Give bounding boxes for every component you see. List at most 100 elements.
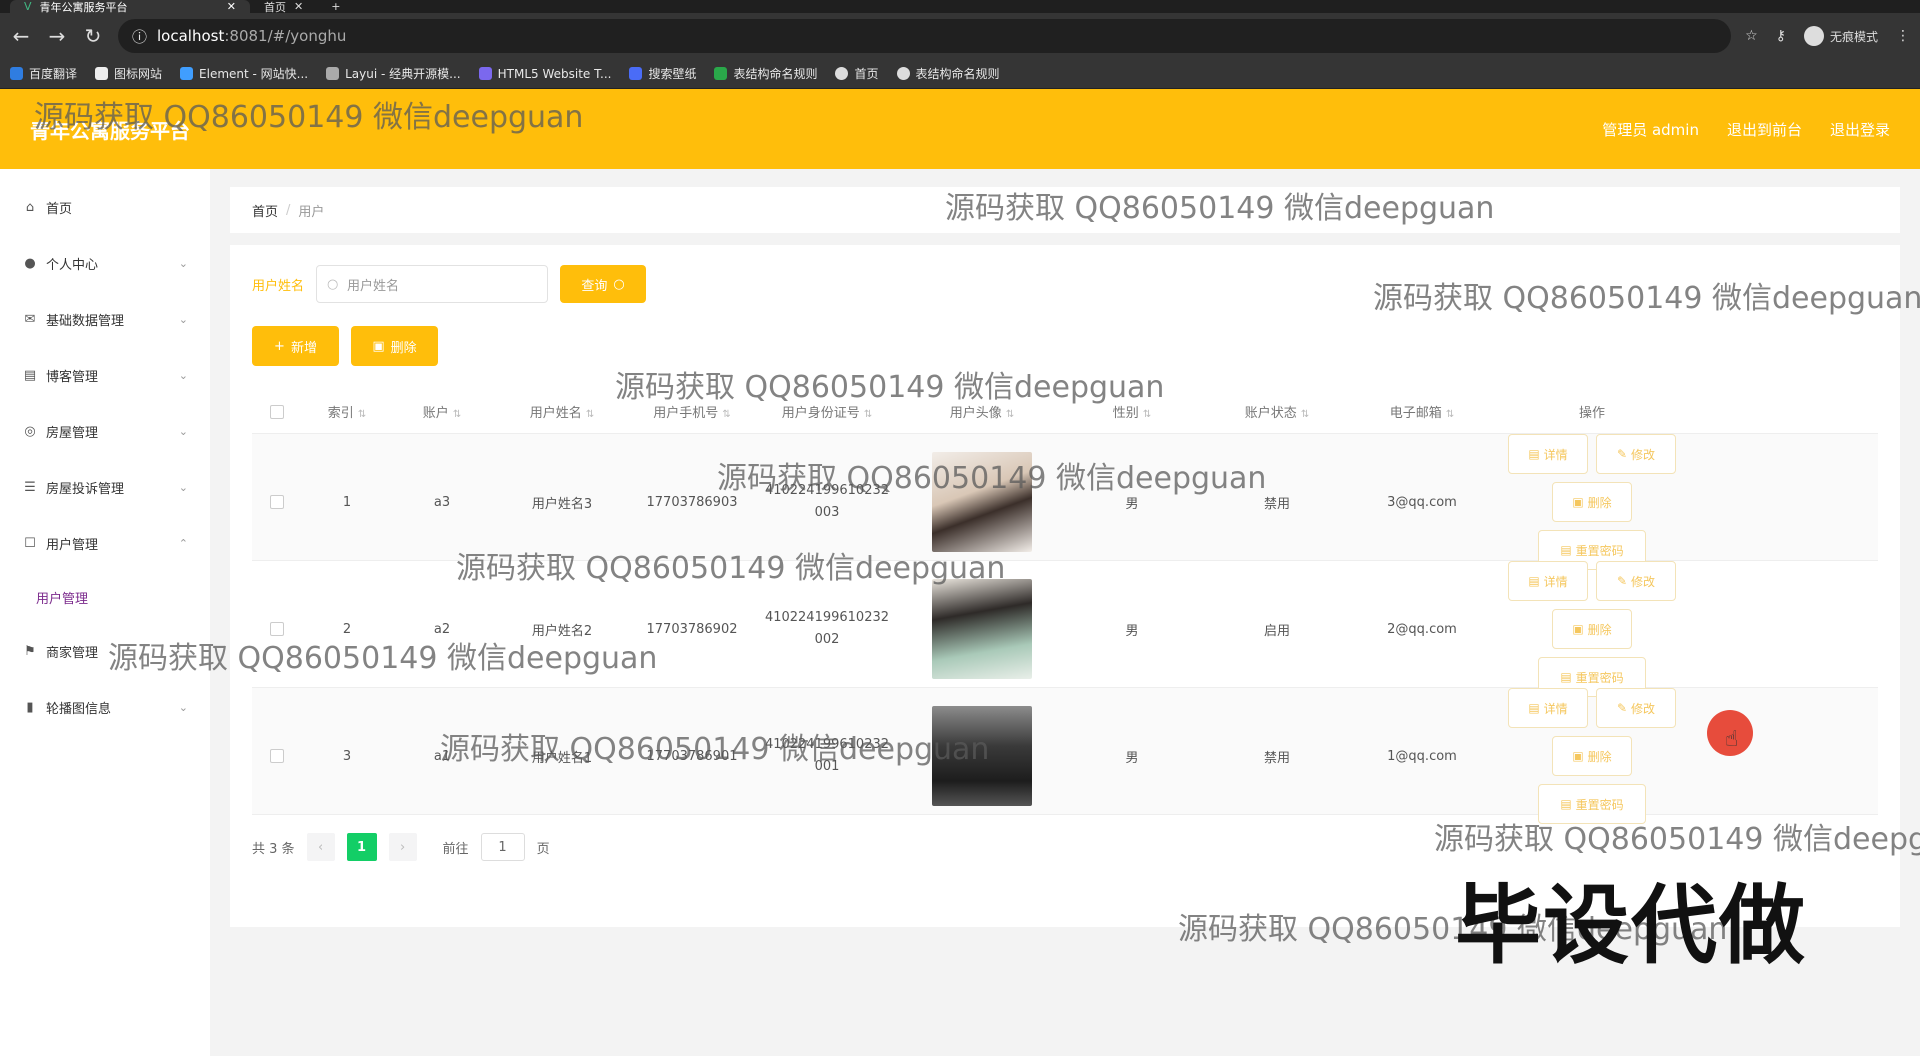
- delete-row-button[interactable]: ▣ 删除: [1552, 609, 1632, 649]
- sidebar-item-users[interactable]: ☐ 用户管理 ⌃: [0, 515, 210, 571]
- sort-icon[interactable]: ⇅: [1006, 409, 1014, 420]
- sidebar-item-house[interactable]: ◎ 房屋管理 ⌄: [0, 403, 210, 459]
- reload-icon[interactable]: ↻: [82, 24, 104, 48]
- bookmark[interactable]: 搜索壁纸: [629, 65, 696, 82]
- edit-button[interactable]: ✎ 修改: [1596, 561, 1676, 601]
- back-icon[interactable]: ←: [10, 24, 32, 48]
- sidebar-subitem-user-manage[interactable]: 用户管理: [0, 571, 210, 623]
- chevron-down-icon: ⌄: [178, 424, 188, 438]
- sort-icon[interactable]: ⇅: [1143, 409, 1151, 420]
- row-checkbox[interactable]: [270, 622, 284, 636]
- header-label: 索引: [327, 406, 354, 421]
- bookmark[interactable]: Element - 网站快...: [180, 65, 308, 82]
- col-phone[interactable]: 用户手机号 ⇅: [632, 402, 752, 421]
- cell-idcard: 410224199610232 001: [752, 734, 902, 778]
- delete-row-button[interactable]: ▣ 删除: [1552, 482, 1632, 522]
- page-jump-input[interactable]: 1: [480, 833, 525, 861]
- select-all-checkbox[interactable]: [270, 404, 284, 419]
- trash-icon: ▣: [1572, 495, 1584, 509]
- row-actions: ▤ 详情 ✎ 修改 ▣ 删除 ▤ 重置密码: [1492, 434, 1692, 570]
- sort-icon[interactable]: ⇅: [722, 409, 730, 420]
- browser-tab-2[interactable]: 首页 ✕: [250, 0, 317, 14]
- breadcrumb-home[interactable]: 首页: [252, 201, 278, 220]
- edit-button[interactable]: ✎ 修改: [1596, 688, 1676, 728]
- next-page-button[interactable]: ›: [388, 833, 417, 861]
- table-row: 1 a3 用户姓名3 17703786903 410224199610232 00…: [252, 434, 1878, 570]
- logout-link[interactable]: 退出登录: [1830, 119, 1890, 140]
- col-index[interactable]: 索引 ⇅: [302, 402, 392, 421]
- col-avatar[interactable]: 用户头像 ⇅: [902, 402, 1062, 421]
- sidebar-item-blog[interactable]: ▤ 博客管理 ⌄: [0, 347, 210, 403]
- pager-total: 共 3 条: [252, 841, 295, 857]
- url-field[interactable]: ⓘ localhost:8081/#/yonghu: [118, 19, 1732, 53]
- prev-page-button[interactable]: ‹: [306, 833, 335, 861]
- bookmarks-bar: 百度翻译 图标网站 Element - 网站快... Layui - 经典开源模…: [0, 59, 1920, 89]
- query-button[interactable]: 查询 ○: [560, 265, 647, 303]
- delete-button[interactable]: ▣ 删除: [351, 326, 438, 366]
- doc-icon: ▤: [1560, 797, 1572, 811]
- col-name[interactable]: 用户姓名 ⇅: [492, 402, 632, 421]
- row-checkbox[interactable]: [270, 495, 284, 509]
- profile-button[interactable]: 无痕模式: [1803, 26, 1878, 46]
- bookmark[interactable]: 首页: [835, 65, 879, 82]
- col-email[interactable]: 电子邮箱 ⇅: [1352, 402, 1492, 421]
- watermark-big: 毕设代做: [1455, 876, 1807, 976]
- sort-icon[interactable]: ⇅: [1446, 409, 1454, 420]
- sidebar-item-merchant[interactable]: ⚑ 商家管理: [0, 623, 210, 679]
- col-status[interactable]: 账户状态 ⇅: [1202, 402, 1352, 421]
- browser-tab-1[interactable]: V 青年公寓服务平台 ✕: [10, 0, 250, 14]
- col-account[interactable]: 账户 ⇅: [392, 402, 492, 421]
- cell-phone: 17703786903: [646, 494, 738, 510]
- page-number[interactable]: 1: [346, 833, 377, 861]
- col-gender[interactable]: 性别 ⇅: [1062, 402, 1202, 421]
- reset-label: 重置密码: [1575, 797, 1624, 812]
- more-icon[interactable]: ⋮: [1896, 28, 1910, 44]
- table-header: 索引 ⇅ 账户 ⇅ 用户姓名 ⇅ 用户手机号 ⇅ 用户身份证号 ⇅ 用户头像 ⇅ 性别 ⇅ 账…: [252, 390, 1878, 434]
- forward-icon[interactable]: →: [46, 24, 68, 48]
- col-idcard[interactable]: 用户身份证号 ⇅: [752, 402, 902, 421]
- sidebar-item-carousel[interactable]: ▮ 轮播图信息 ⌄: [0, 679, 210, 735]
- sort-icon[interactable]: ⇅: [864, 409, 872, 420]
- key-icon[interactable]: ⚷: [1776, 28, 1786, 44]
- delete-row-button[interactable]: ▣ 删除: [1552, 736, 1632, 776]
- detail-button[interactable]: ▤ 详情: [1508, 561, 1588, 601]
- bookmark[interactable]: 表结构命名规则: [896, 65, 1000, 82]
- bookmark[interactable]: 百度翻译: [10, 65, 77, 82]
- admin-link[interactable]: 管理员 admin: [1602, 119, 1699, 140]
- sidebar-item-complaint[interactable]: ☰ 房屋投诉管理 ⌄: [0, 459, 210, 515]
- bookmark[interactable]: 图标网站: [95, 65, 162, 82]
- incognito-icon: [1803, 26, 1824, 46]
- close-icon[interactable]: ✕: [227, 0, 236, 13]
- star-icon[interactable]: ☆: [1745, 28, 1758, 44]
- sort-icon[interactable]: ⇅: [586, 409, 594, 420]
- row-actions: ▤ 详情 ✎ 修改 ▣ 删除 ▤ 重置密码: [1492, 561, 1692, 697]
- bookmark-label: 首页: [854, 67, 879, 81]
- bookmark[interactable]: 表结构命名规则: [714, 65, 817, 82]
- search-input[interactable]: ○ 用户姓名: [316, 265, 549, 303]
- bookmark[interactable]: Layui - 经典开源模...: [326, 65, 461, 82]
- sort-icon[interactable]: ⇅: [453, 409, 461, 420]
- delete-row-label: 删除: [1587, 622, 1612, 637]
- cell-index: 3: [342, 748, 352, 764]
- add-button[interactable]: + 新增: [252, 326, 339, 366]
- tab-label: 首页: [264, 0, 286, 14]
- bookmark[interactable]: HTML5 Website T...: [478, 67, 611, 81]
- reset-password-button[interactable]: ▤ 重置密码: [1538, 784, 1646, 824]
- app-header: 青年公寓服务平台 管理员 admin 退出到前台 退出登录: [0, 89, 1920, 169]
- close-icon[interactable]: ✕: [294, 0, 303, 13]
- sidebar-item-base-data[interactable]: ✉ 基础数据管理 ⌄: [0, 291, 210, 347]
- detail-button[interactable]: ▤ 详情: [1508, 434, 1588, 474]
- new-tab-button[interactable]: +: [317, 0, 354, 13]
- sort-icon[interactable]: ⇅: [1301, 409, 1309, 420]
- sort-icon[interactable]: ⇅: [358, 409, 366, 420]
- sidebar-item-profile[interactable]: ● 个人中心 ⌄: [0, 235, 210, 291]
- edit-button[interactable]: ✎ 修改: [1596, 434, 1676, 474]
- edit-label: 修改: [1631, 574, 1656, 589]
- sidebar-item-label: 个人中心: [46, 257, 99, 273]
- sidebar-item-home[interactable]: ⌂ 首页: [0, 179, 210, 235]
- doc-icon: ▤: [1560, 543, 1572, 557]
- row-checkbox[interactable]: [270, 749, 284, 763]
- frontend-link[interactable]: 退出到前台: [1727, 119, 1802, 140]
- cell-index: 1: [342, 494, 352, 510]
- detail-button[interactable]: ▤ 详情: [1508, 688, 1588, 728]
